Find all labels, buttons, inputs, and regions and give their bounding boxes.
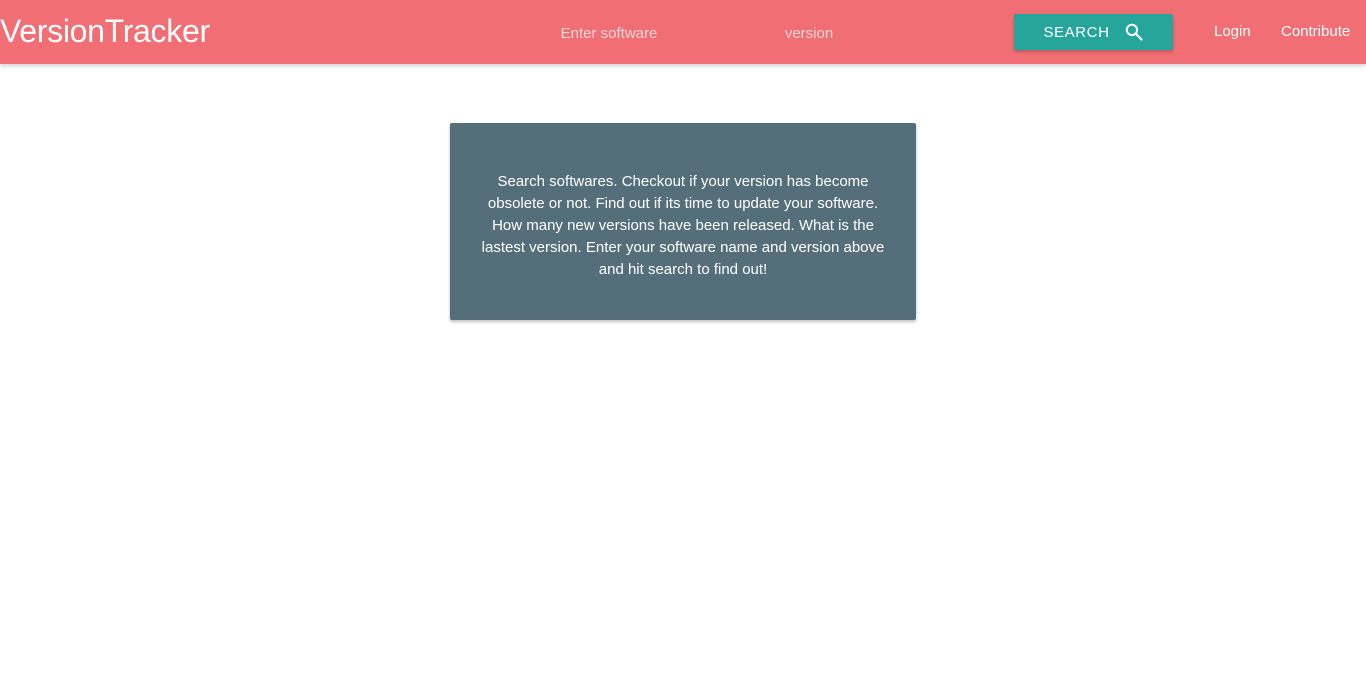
contribute-link[interactable]: Contribute [1281,22,1350,42]
brand-logo[interactable]: VersionTracker [0,11,210,51]
search-button-label: SEARCH [1043,23,1110,41]
software-name-input[interactable] [530,18,688,48]
navbar: VersionTracker SEARCH Login Contribute [0,0,1366,64]
info-text: Search softwares. Checkout if your versi… [481,173,885,278]
search-button[interactable]: SEARCH [1014,14,1173,50]
search-icon [1124,22,1144,42]
version-input[interactable] [740,18,878,48]
login-link[interactable]: Login [1214,22,1251,42]
info-card: Search softwares. Checkout if your versi… [450,123,916,320]
